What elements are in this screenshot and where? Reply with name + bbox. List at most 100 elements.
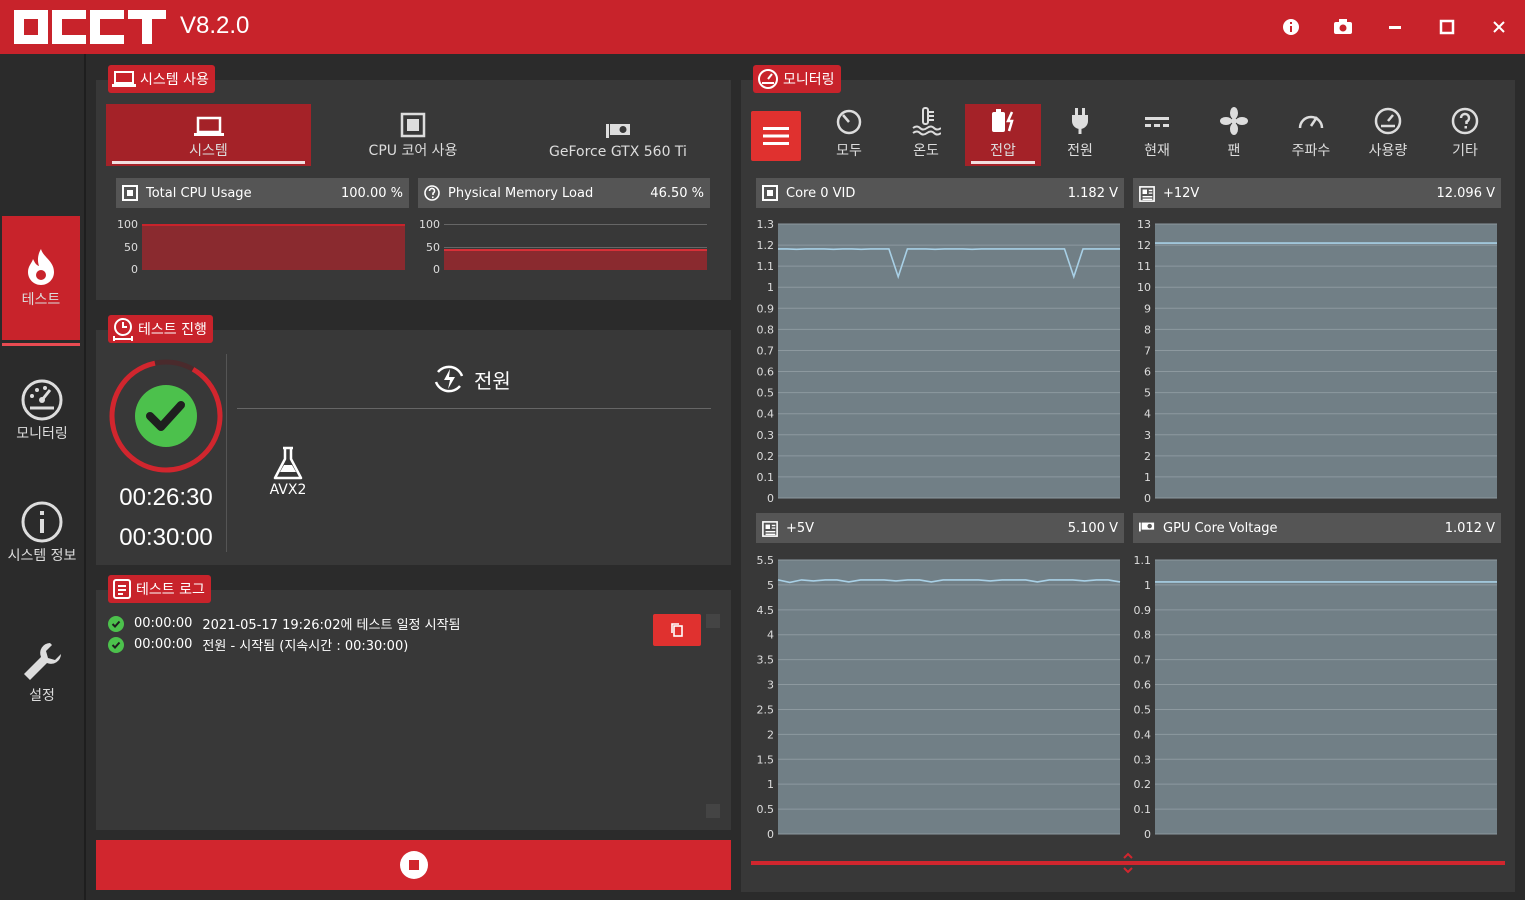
stop-test-button[interactable] — [96, 840, 731, 890]
flame-icon — [28, 249, 54, 285]
nav-item-system-info[interactable]: 시스템 정보 — [0, 500, 84, 564]
tab-temperature[interactable]: 온도 — [888, 104, 964, 166]
hamburger-icon — [763, 127, 789, 145]
line-chart: 1.1 1 0.9 0.8 0.7 0.6 0.5 0.4 0.3 0.2 0.1 0 — [1134, 554, 1497, 841]
test-log-tag: 테스트 로그 — [108, 575, 211, 603]
info-icon — [21, 501, 63, 543]
y-tick-label: 0.5 — [1134, 703, 1152, 716]
scroll-up-button[interactable] — [706, 614, 720, 628]
y-tick-label: 4 — [1144, 408, 1151, 421]
system-usage-tag: 시스템 사용 — [108, 65, 215, 93]
memory-load-header: Physical Memory Load 46.50 % — [418, 178, 710, 208]
gauge-icon — [1374, 107, 1402, 135]
y-tick-label: 0.4 — [757, 408, 775, 421]
nav-item-settings[interactable]: 설정 — [0, 640, 84, 704]
nav-label: 설정 — [29, 688, 55, 704]
plot-area — [778, 560, 1120, 834]
motherboard-icon — [762, 520, 778, 537]
tab-all[interactable]: 모두 — [811, 104, 887, 166]
y-tick-label: 3.5 — [757, 654, 775, 667]
tab-frequency[interactable]: 주파수 — [1273, 104, 1349, 166]
tab-power[interactable]: 전원 — [1042, 104, 1118, 166]
chart-gpu-core-voltage: 1.1 1 0.9 0.8 0.7 0.6 0.5 0.4 0.3 0.2 0.1 0 — [1133, 550, 1501, 842]
y-tick-label: 0.7 — [757, 344, 775, 357]
close-button[interactable] — [1486, 14, 1512, 40]
tab-voltage[interactable]: 전압 — [965, 104, 1041, 166]
y-tick-label: 0.9 — [1134, 604, 1152, 617]
gauge-icon — [758, 69, 778, 89]
battery-bolt-icon — [992, 109, 1014, 132]
y-tick-label: 0.7 — [1134, 654, 1152, 667]
minimize-button[interactable] — [1382, 14, 1408, 40]
y-tick-label: 5 — [767, 579, 774, 592]
tab-cpu-core-usage[interactable]: CPU 코어 사용 — [320, 104, 506, 166]
y-tick-label: 0.3 — [1134, 753, 1152, 766]
copy-log-button[interactable] — [653, 614, 701, 646]
app-version: V8.2.0 — [180, 12, 250, 39]
screenshot-button[interactable] — [1330, 14, 1356, 40]
menu-button[interactable] — [751, 111, 801, 161]
cpu-chip-icon — [122, 185, 138, 201]
copy-icon — [671, 623, 683, 637]
log-entry: 00:00:00 전원 - 시작됨 (지속시간 : 00:30:00) — [108, 635, 408, 654]
y-tick-label: 0.8 — [1134, 629, 1152, 642]
divider — [237, 408, 711, 409]
y-tick-label: 0.9 — [757, 302, 775, 315]
y-tick-label: 0.8 — [757, 323, 775, 336]
gauge-icon — [21, 379, 63, 421]
y-tick-label: 3 — [767, 679, 774, 692]
y-tick-label: 1.3 — [757, 218, 775, 231]
nav-label: 테스트 — [21, 292, 61, 308]
y-tick-label: 9 — [1144, 302, 1151, 315]
memory-load-graph — [444, 224, 707, 270]
y-tick-label: 1 — [767, 778, 774, 791]
y-tick-label: 13 — [1137, 218, 1151, 231]
nav-item-monitoring[interactable]: 모니터링 — [0, 378, 84, 442]
y-tick-label: 0.6 — [1134, 679, 1152, 692]
nav-item-test[interactable]: 테스트 — [2, 216, 80, 346]
y-tick-label: 0.2 — [757, 450, 775, 463]
maximize-button[interactable] — [1434, 14, 1460, 40]
tab-system[interactable]: 시스템 — [106, 104, 311, 166]
cpu-usage-fill — [142, 224, 405, 270]
tab-fan[interactable]: 팬 — [1196, 104, 1272, 166]
thermometer-icon — [912, 107, 941, 136]
success-icon — [108, 615, 124, 632]
speedometer-icon — [1298, 115, 1324, 129]
y-tick-label: 4 — [767, 629, 774, 642]
y-tick-label: 5.5 — [757, 554, 775, 567]
monitoring-tag: 모니터링 — [753, 65, 841, 93]
laptop-icon — [193, 116, 224, 136]
y-tick-label: 0.5 — [757, 803, 775, 816]
y-tick-label: 4.5 — [757, 604, 775, 617]
test-mode: AVX2 — [262, 446, 314, 498]
tab-usage[interactable]: 사용량 — [1350, 104, 1426, 166]
cpu-usage-graph — [142, 224, 405, 270]
line-chart: 5.5 5 4.5 4 3.5 3 2.5 2 1.5 1 0.5 0 — [757, 554, 1121, 841]
cpu-chip-icon — [762, 185, 778, 201]
info-icon — [1283, 19, 1299, 35]
y-tick-label: 2 — [1144, 450, 1151, 463]
tab-current[interactable]: 현재 — [1119, 104, 1195, 166]
test-progress-tag: 테스트 진행 — [108, 315, 213, 343]
y-tick-label: 1 — [767, 281, 774, 294]
plot-area — [1155, 224, 1497, 498]
y-tick-label: 12 — [1137, 239, 1151, 252]
tab-other[interactable]: 기타 — [1427, 104, 1503, 166]
y-tick-label: 0 — [1144, 828, 1151, 841]
plug-icon — [1072, 108, 1088, 134]
info-button[interactable] — [1278, 14, 1304, 40]
laptop-icon — [112, 71, 136, 87]
y-tick-label: 8 — [1144, 323, 1151, 336]
y-tick-label: 0.2 — [1134, 778, 1152, 791]
chart-header-gpu-core-voltage: GPU Core Voltage 1.012 V — [1133, 513, 1501, 543]
plot-area — [778, 224, 1120, 498]
close-icon — [1493, 21, 1505, 33]
power-cycle-icon — [434, 365, 464, 393]
wrench-icon — [24, 643, 61, 680]
scroll-down-button[interactable] — [706, 804, 720, 818]
resize-arrows-icon[interactable] — [1120, 851, 1136, 875]
tab-gpu[interactable]: GeForce GTX 560 Ti — [520, 104, 716, 166]
y-tick-label: 0.1 — [1134, 803, 1152, 816]
y-tick-label: 0 — [767, 828, 774, 841]
